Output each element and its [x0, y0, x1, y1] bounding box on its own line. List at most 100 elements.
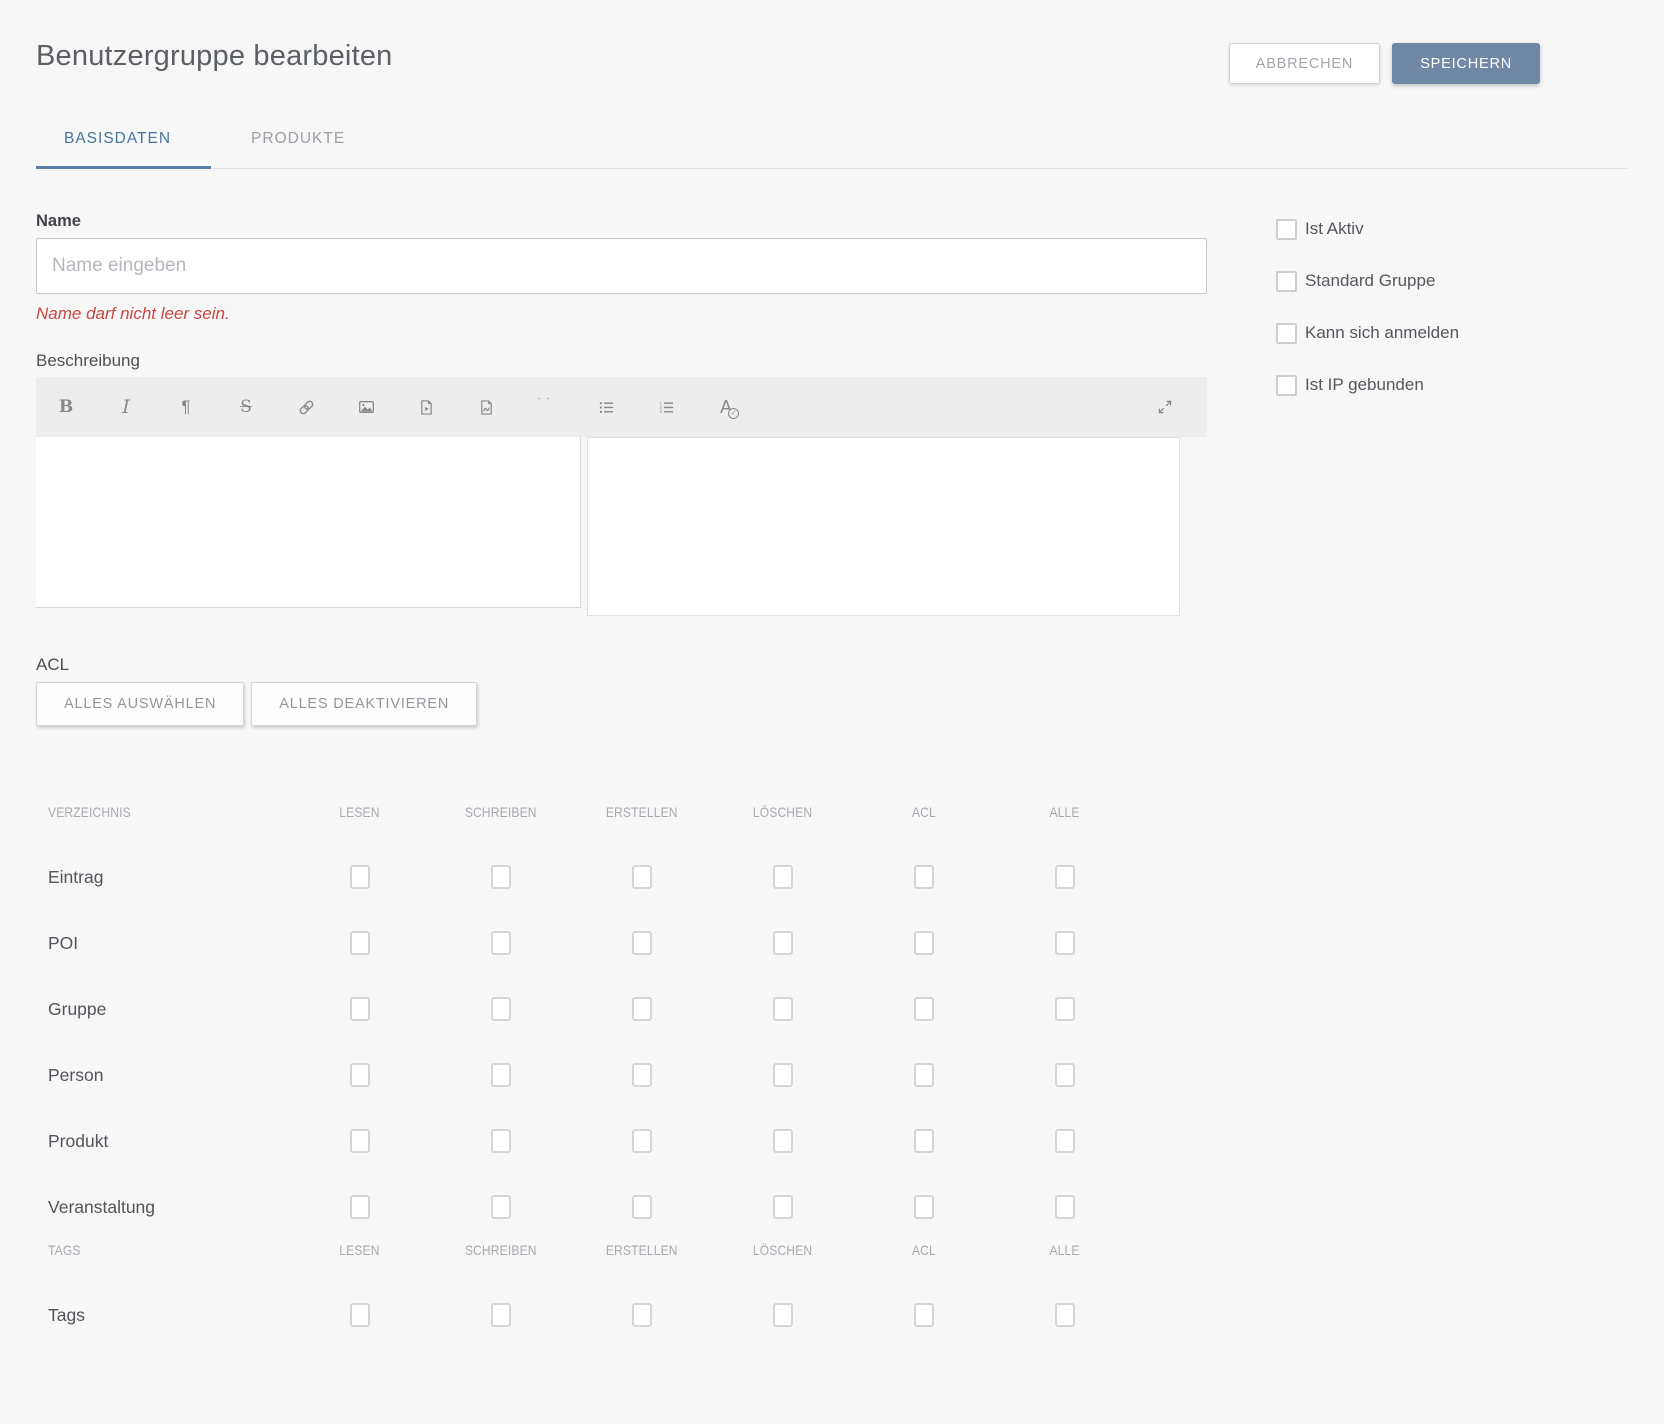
perm-checkbox-tags-loeschen[interactable] — [773, 1303, 793, 1327]
perm-checkbox-tags-acl[interactable] — [914, 1303, 934, 1327]
perm-checkbox-veranstaltung-alle[interactable] — [1055, 1195, 1075, 1219]
ordered-list-icon[interactable]: 123 — [636, 377, 696, 437]
perm-checkbox-person-acl[interactable] — [914, 1063, 934, 1087]
perm-row-label-eintrag: Eintrag — [48, 867, 289, 888]
description-label: Beschreibung — [36, 350, 1207, 371]
flag-checkbox-ist-aktiv[interactable] — [1276, 219, 1297, 240]
group-flags: Ist AktivStandard GruppeKann sich anmeld… — [1276, 216, 1636, 424]
fullscreen-icon[interactable] — [1135, 377, 1195, 437]
perm-checkbox-veranstaltung-loeschen[interactable] — [773, 1195, 793, 1219]
perm-checkbox-poi-schreiben[interactable] — [491, 931, 511, 955]
acl-label: ACL — [36, 654, 1207, 675]
permissions-table: VERZEICHNISLESENSCHREIBENERSTELLENLÖSCHE… — [36, 802, 1207, 1348]
perm-checkbox-eintrag-schreiben[interactable] — [491, 865, 511, 889]
perm-checkbox-person-loeschen[interactable] — [773, 1063, 793, 1087]
perm-row-eintrag: Eintrag — [36, 844, 1207, 910]
perm-checkbox-produkt-erstellen[interactable] — [632, 1129, 652, 1153]
perm-checkbox-eintrag-alle[interactable] — [1055, 865, 1075, 889]
save-button[interactable]: SPEICHERN — [1392, 43, 1540, 84]
perm-row-veranstaltung: Veranstaltung — [36, 1174, 1207, 1240]
perm-checkbox-eintrag-erstellen[interactable] — [632, 865, 652, 889]
perm-checkbox-person-schreiben[interactable] — [491, 1063, 511, 1087]
perm-checkbox-produkt-schreiben[interactable] — [491, 1129, 511, 1153]
unordered-list-icon[interactable] — [576, 377, 636, 437]
perm-checkbox-tags-schreiben[interactable] — [491, 1303, 511, 1327]
perm-checkbox-person-alle[interactable] — [1055, 1063, 1075, 1087]
perm-column-acl: ACL — [912, 1240, 936, 1260]
perm-checkbox-gruppe-schreiben[interactable] — [491, 997, 511, 1021]
perm-checkbox-gruppe-alle[interactable] — [1055, 997, 1075, 1021]
flag-checkbox-kann-sich-anmelden[interactable] — [1276, 323, 1297, 344]
acl-buttons: ALLES AUSWÄHLEN ALLES DEAKTIVIEREN — [36, 682, 1207, 726]
perm-row-person: Person — [36, 1042, 1207, 1108]
top-actions: ABBRECHEN SPEICHERN — [1229, 43, 1540, 84]
perm-checkbox-produkt-loeschen[interactable] — [773, 1129, 793, 1153]
flag-label-ist-ip-gebunden: Ist IP gebunden — [1305, 375, 1424, 395]
perm-checkbox-poi-lesen[interactable] — [350, 931, 370, 955]
perm-checkbox-poi-alle[interactable] — [1055, 931, 1075, 955]
perm-checkbox-veranstaltung-erstellen[interactable] — [632, 1195, 652, 1219]
perm-column-acl: ACL — [912, 802, 936, 822]
perm-row-label-person: Person — [48, 1065, 289, 1086]
perm-checkbox-produkt-alle[interactable] — [1055, 1129, 1075, 1153]
perm-header-verzeichnis: VERZEICHNISLESENSCHREIBENERSTELLENLÖSCHE… — [36, 802, 1207, 822]
spellcheck-icon[interactable]: A✓ — [696, 377, 756, 437]
perm-checkbox-veranstaltung-schreiben[interactable] — [491, 1195, 511, 1219]
perm-checkbox-person-erstellen[interactable] — [632, 1063, 652, 1087]
blockquote-icon[interactable]: ” — [516, 377, 576, 437]
perm-checkbox-eintrag-lesen[interactable] — [350, 865, 370, 889]
acl-select-all-button[interactable]: ALLES AUSWÄHLEN — [36, 682, 244, 726]
perm-checkbox-person-lesen[interactable] — [350, 1063, 370, 1087]
main-form: Name Name darf nicht leer sein. Beschrei… — [36, 195, 1207, 1348]
flag-checkbox-standard-gruppe[interactable] — [1276, 271, 1297, 292]
perm-column-alle: ALLE — [1049, 1240, 1079, 1260]
editor-input-pane[interactable] — [36, 437, 581, 608]
editor-preview-pane — [587, 437, 1180, 616]
flag-row-kann-sich-anmelden: Kann sich anmelden — [1276, 320, 1636, 346]
strikethrough-icon[interactable]: S — [216, 377, 276, 437]
name-label: Name — [36, 211, 1207, 231]
perm-checkbox-gruppe-lesen[interactable] — [350, 997, 370, 1021]
flag-label-kann-sich-anmelden: Kann sich anmelden — [1305, 323, 1459, 343]
perm-checkbox-gruppe-erstellen[interactable] — [632, 997, 652, 1021]
perm-checkbox-veranstaltung-acl[interactable] — [914, 1195, 934, 1219]
perm-checkbox-gruppe-loeschen[interactable] — [773, 997, 793, 1021]
perm-checkbox-produkt-acl[interactable] — [914, 1129, 934, 1153]
tab-basisdaten[interactable]: BASISDATEN — [64, 130, 171, 148]
perm-checkbox-eintrag-loeschen[interactable] — [773, 865, 793, 889]
perm-checkbox-tags-lesen[interactable] — [350, 1303, 370, 1327]
perm-checkbox-eintrag-acl[interactable] — [914, 865, 934, 889]
link-icon[interactable] — [276, 377, 336, 437]
perm-row-gruppe: Gruppe — [36, 976, 1207, 1042]
italic-icon[interactable]: I — [96, 377, 156, 437]
perm-checkbox-veranstaltung-lesen[interactable] — [350, 1195, 370, 1219]
cancel-button[interactable]: ABBRECHEN — [1229, 43, 1380, 84]
perm-checkbox-poi-erstellen[interactable] — [632, 931, 652, 955]
video-icon[interactable] — [396, 377, 456, 437]
perm-row-label-veranstaltung: Veranstaltung — [48, 1197, 289, 1218]
perm-row-label-poi: POI — [48, 933, 289, 954]
bold-icon[interactable]: B — [36, 377, 96, 437]
perm-checkbox-tags-alle[interactable] — [1055, 1303, 1075, 1327]
perm-column-schreiben: SCHREIBEN — [465, 1240, 537, 1260]
perm-row-poi: POI — [36, 910, 1207, 976]
tab-produkte[interactable]: PRODUKTE — [251, 130, 345, 148]
perm-row-label-produkt: Produkt — [48, 1131, 289, 1152]
perm-checkbox-tags-erstellen[interactable] — [632, 1303, 652, 1327]
flag-checkbox-ist-ip-gebunden[interactable] — [1276, 375, 1297, 396]
perm-checkbox-poi-loeschen[interactable] — [773, 931, 793, 955]
page: Benutzergruppe bearbeiten ABBRECHEN SPEI… — [0, 0, 1664, 1424]
editor-panes — [36, 437, 1207, 616]
image-icon[interactable] — [336, 377, 396, 437]
perm-checkbox-gruppe-acl[interactable] — [914, 997, 934, 1021]
perm-checkbox-produkt-lesen[interactable] — [350, 1129, 370, 1153]
perm-column-schreiben: SCHREIBEN — [465, 802, 537, 822]
acl-deselect-all-button[interactable]: ALLES DEAKTIVIEREN — [251, 682, 477, 726]
name-input[interactable] — [36, 238, 1207, 294]
flag-row-ist-aktiv: Ist Aktiv — [1276, 216, 1636, 242]
perm-column-lesen: LESEN — [339, 1240, 379, 1260]
paragraph-icon[interactable]: ¶ — [156, 377, 216, 437]
pdf-icon[interactable] — [456, 377, 516, 437]
perm-checkbox-poi-acl[interactable] — [914, 931, 934, 955]
perm-header-tags: TAGSLESENSCHREIBENERSTELLENLÖSCHENACLALL… — [36, 1240, 1207, 1260]
